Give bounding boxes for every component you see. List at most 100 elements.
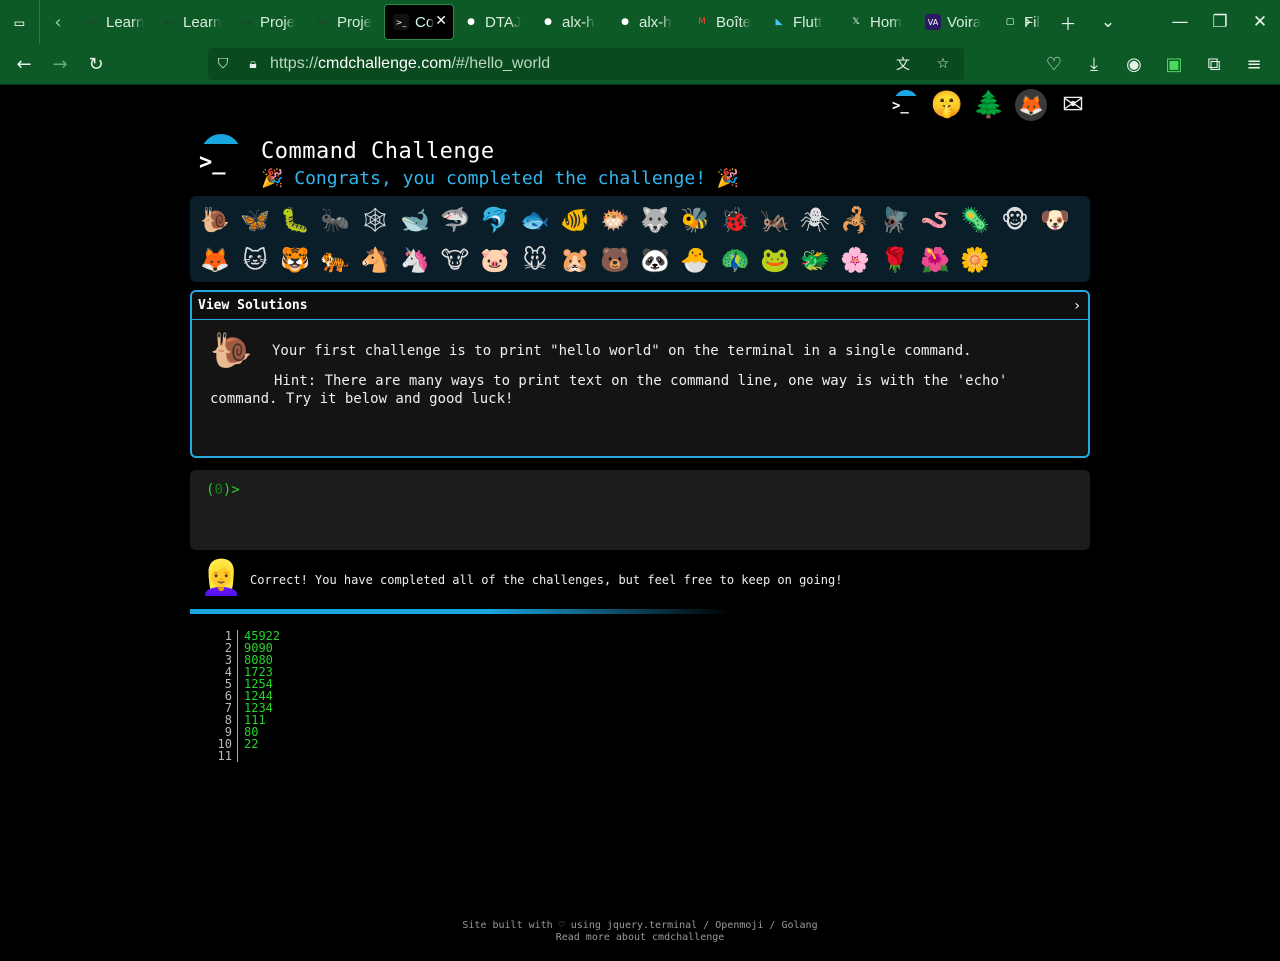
tab-8[interactable]: M Boîte: [686, 4, 762, 40]
footer-credits[interactable]: Site built with ♡ using jquery.terminal …: [0, 920, 1280, 932]
lock-icon[interactable]: 🔒︎: [238, 56, 268, 72]
terminal-icon[interactable]: >_: [888, 88, 922, 122]
result-message: 👱‍♀️ Correct! You have completed all of …: [200, 558, 842, 602]
challenge-badge-icon[interactable]: 🐋: [395, 200, 435, 240]
challenge-badge-icon[interactable]: 🐣: [675, 240, 715, 280]
tab-7[interactable]: ● alx-h: [609, 4, 685, 40]
tab-label: Learn: [183, 13, 222, 31]
tab-list-chevron-icon[interactable]: ⌄: [1088, 0, 1128, 44]
challenge-badge-icon[interactable]: 🐬: [475, 200, 515, 240]
new-tab-icon[interactable]: ＋: [1048, 0, 1088, 44]
challenge-badge-icon[interactable]: 🐵: [995, 200, 1035, 240]
challenge-badge-icon[interactable]: 🐱: [235, 240, 275, 280]
logo[interactable]: >_: [195, 134, 243, 184]
list-all-tabs-icon[interactable]: ▭: [0, 0, 40, 44]
challenge-badge-icon[interactable]: 🐴: [355, 240, 395, 280]
challenge-badge-icon[interactable]: 🌸: [835, 240, 875, 280]
extensions-puzzle-icon[interactable]: ⧉: [1196, 47, 1232, 83]
va-favicon-icon: VA: [925, 14, 941, 30]
challenge-badge-icon[interactable]: 🦄: [395, 240, 435, 280]
m-favicon-icon: M: [698, 17, 706, 27]
close-tab-icon[interactable]: ✕: [435, 13, 447, 29]
menu-icon[interactable]: ≡: [1236, 47, 1272, 83]
challenge-badge-icon[interactable]: 🐜: [315, 200, 355, 240]
challenge-badge-icon[interactable]: 🐼: [635, 240, 675, 280]
challenge-badge-icon[interactable]: 🦗: [755, 200, 795, 240]
scroll-tabs-left-icon[interactable]: ‹: [40, 0, 76, 44]
extension-icon[interactable]: ▣: [1156, 47, 1192, 83]
tab-3[interactable]: alx Proje: [307, 4, 383, 40]
challenge-badge-icon[interactable]: 🐮: [435, 240, 475, 280]
view-solutions-toggle[interactable]: View Solutions ›: [192, 292, 1088, 320]
challenge-badge-icon[interactable]: 🐠: [555, 200, 595, 240]
chevron-right-icon[interactable]: ›: [1074, 298, 1080, 314]
downloads-icon[interactable]: ⤓: [1076, 47, 1112, 83]
envelope-icon[interactable]: ✉: [1056, 88, 1090, 122]
challenge-badge-icon[interactable]: 🐯: [275, 240, 315, 280]
minimize-icon[interactable]: —: [1160, 0, 1200, 44]
challenge-badge-icon[interactable]: 🐡: [595, 200, 635, 240]
forward-icon[interactable]: →: [42, 46, 78, 82]
url-text[interactable]: https://cmdchallenge.com/#/hello_world: [270, 55, 550, 73]
reload-icon[interactable]: ↻: [78, 46, 114, 82]
challenge-badge-icon[interactable]: 🐝: [675, 200, 715, 240]
challenge-badge-icon[interactable]: 🦚: [715, 240, 755, 280]
challenge-badge-icon[interactable]: 🐲: [795, 240, 835, 280]
challenge-badge-icon[interactable]: 🐹: [555, 240, 595, 280]
challenge-badge-icon[interactable]: 🦂: [835, 200, 875, 240]
bookmark-star-icon[interactable]: ☆: [928, 56, 958, 72]
challenge-badge-icon[interactable]: 🦋: [235, 200, 275, 240]
tab-0[interactable]: alx Learn: [76, 4, 152, 40]
challenge-badge-icon[interactable]: 🐌: [195, 200, 235, 240]
challenge-badge-icon[interactable]: 🐻: [595, 240, 635, 280]
back-icon[interactable]: ←: [6, 46, 42, 82]
site-header: >_ Command Challenge 🎉 Congrats, you com…: [195, 134, 739, 189]
challenge-badge-icon[interactable]: 🐷: [475, 240, 515, 280]
tab-4[interactable]: >_ Co ✕: [384, 4, 454, 40]
challenge-badge-icon[interactable]: 🕸: [355, 200, 395, 240]
tab-1[interactable]: alx Learn: [153, 4, 229, 40]
challenge-badge-icon[interactable]: 🕷: [795, 200, 835, 240]
tab-10[interactable]: 𝕏 Hom: [840, 4, 916, 40]
pocket-icon[interactable]: ♡: [1036, 47, 1072, 83]
challenge-text: Your first challenge is to print "hello …: [272, 343, 972, 359]
tab-5[interactable]: ● DTAJ: [455, 4, 531, 40]
account-icon[interactable]: ◉: [1116, 47, 1152, 83]
challenge-badge-icon[interactable]: 🦊: [195, 240, 235, 280]
url-bar[interactable]: ⛉ 🔒︎ https://cmdchallenge.com/#/hello_wo…: [208, 48, 964, 80]
shushing-face-icon[interactable]: 🤫: [930, 88, 964, 122]
alx-favicon-icon: alx: [240, 17, 252, 27]
challenge-badge-icon[interactable]: 🐭: [515, 240, 555, 280]
tree-icon[interactable]: 🌲: [972, 88, 1006, 122]
terminal-favicon-icon: >_: [393, 14, 409, 30]
challenge-badge-icon[interactable]: 🪰: [875, 200, 915, 240]
terminal-input[interactable]: (0)>: [190, 470, 1090, 550]
challenge-badge-icon[interactable]: 🐅: [315, 240, 355, 280]
challenge-badge-icon[interactable]: 🐺: [635, 200, 675, 240]
restore-icon[interactable]: ❐: [1200, 0, 1240, 44]
challenge-badge-icon[interactable]: 🐸: [755, 240, 795, 280]
progress-bar: [190, 609, 730, 614]
challenge-badge-icon[interactable]: 🌺: [915, 240, 955, 280]
close-window-icon[interactable]: ✕: [1240, 0, 1280, 44]
tab-9[interactable]: ◣ Flutt: [763, 4, 839, 40]
challenge-badge-icon[interactable]: 🌹: [875, 240, 915, 280]
tab-2[interactable]: alx Proje: [230, 4, 306, 40]
challenge-badge-icon[interactable]: 🐞: [715, 200, 755, 240]
tab-6[interactable]: ● alx-h: [532, 4, 608, 40]
translate-icon[interactable]: 文: [888, 54, 918, 74]
challenge-badge-icon[interactable]: 🦠: [955, 200, 995, 240]
shield-icon[interactable]: ⛉: [208, 56, 238, 72]
challenge-badge-icon[interactable]: 🐛: [275, 200, 315, 240]
challenge-badge-icon[interactable]: 🪱: [915, 200, 955, 240]
challenge-badge-icon[interactable]: 🦈: [435, 200, 475, 240]
challenge-badge-icon[interactable]: 🐟: [515, 200, 555, 240]
gitlab-icon[interactable]: 🦊: [1014, 88, 1048, 122]
footer-read-more-link[interactable]: Read more about cmdchallenge: [0, 932, 1280, 944]
challenge-badge-icon[interactable]: 🐶: [1035, 200, 1075, 240]
scroll-tabs-right-icon[interactable]: ›: [1008, 0, 1048, 44]
tab-11[interactable]: VA Voira: [917, 4, 993, 40]
challenge-badge-icon[interactable]: 🌼: [955, 240, 995, 280]
